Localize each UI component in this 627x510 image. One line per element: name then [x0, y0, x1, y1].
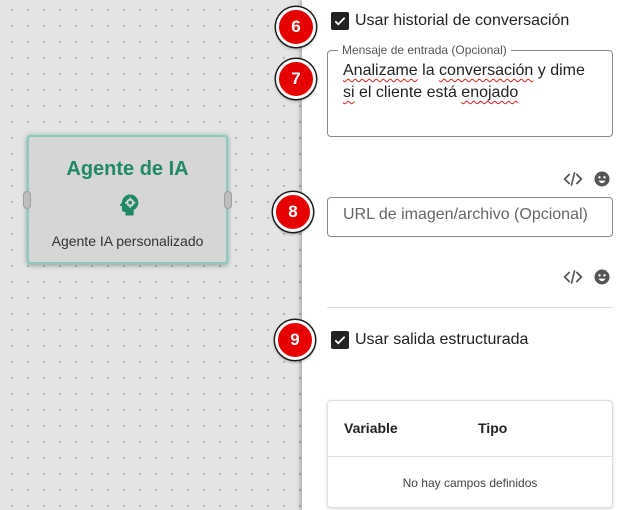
input-message-value[interactable]: Analizame la conversación y dime si el c…: [343, 60, 605, 104]
step-badge-6: 6: [276, 7, 316, 47]
emoji-icon[interactable]: [592, 267, 612, 287]
structured-output-checkbox-label: Usar salida estructurada: [355, 331, 529, 348]
history-checkbox[interactable]: [331, 12, 349, 30]
code-icon[interactable]: [563, 169, 583, 189]
step-badge-9: 9: [275, 320, 315, 360]
emoji-icon[interactable]: [592, 169, 612, 189]
input-message-tools: [563, 169, 612, 189]
head-gear-icon: [119, 194, 139, 216]
table-header-divider: [328, 456, 612, 457]
url-field-tools: [563, 267, 612, 287]
ai-agent-node[interactable]: Agente de IA Agente IA personalizado: [23, 135, 232, 264]
history-checkbox-row[interactable]: Usar historial de conversación: [331, 12, 569, 30]
step-badge-7: 7: [276, 59, 316, 99]
url-field-placeholder: URL de imagen/archivo (Opcional): [343, 206, 588, 223]
check-icon: [334, 17, 346, 26]
input-message-field[interactable]: Mensaje de entrada (Opcional) Analizame …: [327, 43, 613, 137]
node-output-handle[interactable]: [224, 191, 232, 209]
column-header-type: Tipo: [478, 420, 508, 436]
structured-fields-table: Variable Tipo No hay campos definidos: [327, 400, 613, 508]
structured-output-checkbox[interactable]: [331, 331, 349, 349]
node-subtitle: Agente IA personalizado: [51, 233, 204, 249]
structured-output-checkbox-row[interactable]: Usar salida estructurada: [331, 331, 528, 349]
step-badge-8: 8: [273, 192, 313, 232]
input-message-legend: Mensaje de entrada (Opcional): [338, 43, 511, 57]
empty-table-message: No hay campos definidos: [402, 476, 538, 490]
flow-canvas[interactable]: Agente de IA Agente IA personalizado: [0, 0, 302, 510]
node-title: Agente de IA: [66, 158, 189, 180]
url-field[interactable]: URL de imagen/archivo (Opcional): [327, 197, 613, 237]
history-checkbox-label: Usar historial de conversación: [355, 12, 570, 29]
node-input-handle[interactable]: [23, 191, 31, 209]
check-icon: [334, 336, 346, 345]
code-icon[interactable]: [563, 267, 583, 287]
column-header-variable: Variable: [344, 420, 398, 436]
section-divider: [327, 307, 613, 308]
